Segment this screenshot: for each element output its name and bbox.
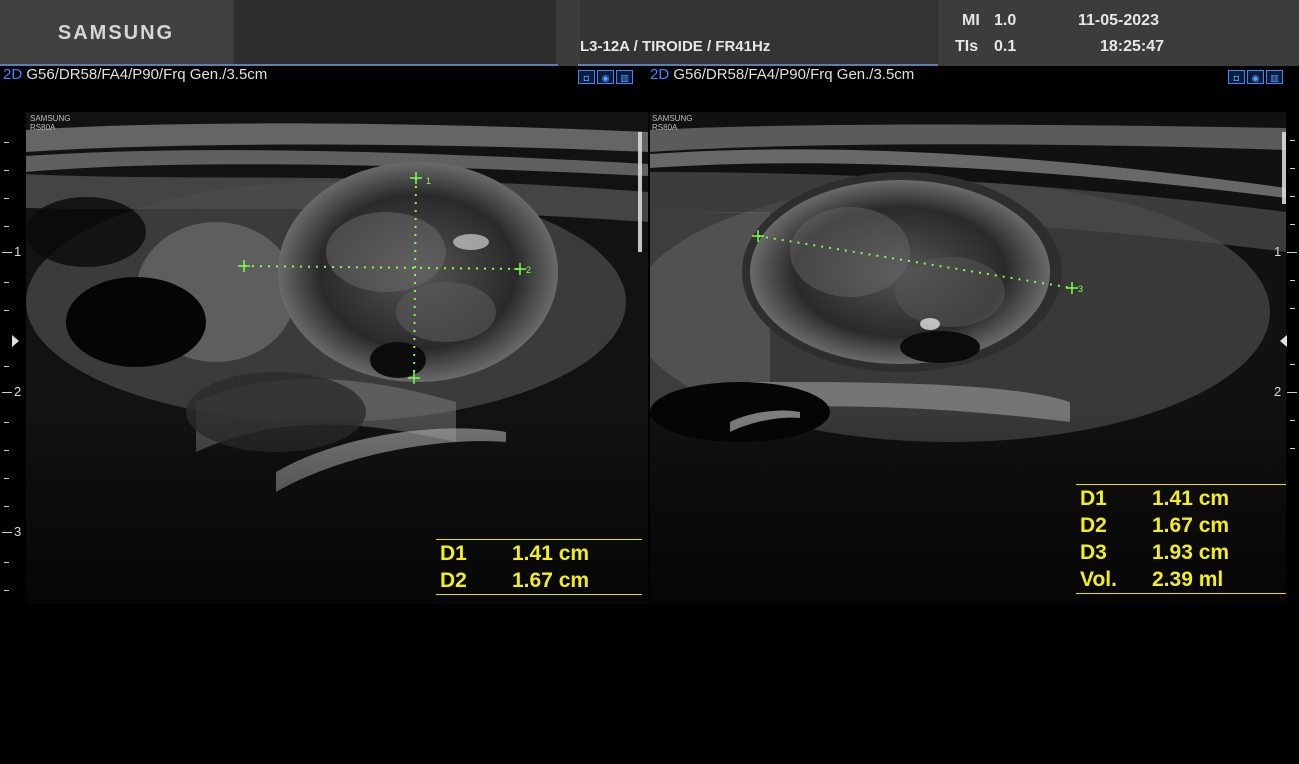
- scale-tick: [1290, 168, 1295, 169]
- left-ultrasound-image[interactable]: 1 2 SAMSUNG RS80A: [26, 112, 648, 604]
- right-measurement-panel: D1 1.41 cm D2 1.67 cm D3 1.93 cm Vol. 2.…: [1076, 484, 1286, 594]
- measurement-label: D1: [1080, 487, 1107, 510]
- patient-info-field[interactable]: [234, 0, 556, 64]
- scale-tick: [4, 506, 9, 507]
- probe-preset-label: L3-12A / TIROIDE / FR41Hz: [580, 38, 771, 55]
- scale-tick: [4, 282, 9, 283]
- major-tick: [1287, 392, 1297, 393]
- depth-mark-2: 2: [14, 384, 22, 399]
- caliper-label: 1: [426, 176, 431, 186]
- major-tick: [2, 252, 12, 253]
- depth-mark-3: 3: [14, 524, 22, 539]
- watermark-model: RS80A: [652, 123, 678, 132]
- watermark-brand: SAMSUNG: [652, 114, 693, 123]
- left-watermark: SAMSUNG RS80A: [30, 114, 70, 132]
- major-tick: [1287, 252, 1297, 253]
- scale-tick: [4, 198, 9, 199]
- measurement-label: D2: [440, 569, 467, 592]
- top-header: SAMSUNG L3-12A / TIROIDE / FR41Hz MI 1.0…: [0, 0, 1299, 66]
- watermark-brand: SAMSUNG: [30, 114, 71, 123]
- scale-tick: [4, 590, 9, 591]
- left-measurement-panel: D1 1.41 cm D2 1.67 cm: [436, 539, 642, 595]
- mi-value: 1.0: [994, 12, 1017, 29]
- body-marker-icon[interactable]: ◉: [597, 70, 614, 84]
- measurement-label: D2: [1080, 514, 1107, 537]
- scale-tick: [4, 310, 9, 311]
- measurement-value: 2.39 ml: [1152, 568, 1224, 591]
- scale-tick: [4, 478, 9, 479]
- measurement-value: 1.67 cm: [1152, 514, 1230, 537]
- measurement-value: 1.67 cm: [512, 569, 590, 592]
- watermark-model: RS80A: [30, 123, 56, 132]
- scale-tick: [1290, 140, 1295, 141]
- measurement-label: Vol.: [1080, 568, 1117, 591]
- focus-marker-icon[interactable]: [12, 335, 19, 347]
- measurement-label: D1: [440, 542, 467, 565]
- tis-value: 0.1: [994, 38, 1017, 55]
- measurement-row: D1 1.41 cm: [436, 540, 642, 567]
- scale-tick: [1290, 196, 1295, 197]
- scale-tick: [1290, 308, 1295, 309]
- left-sonogram: 1 2: [26, 112, 648, 604]
- scale-tick: [1290, 224, 1295, 225]
- right-image-params: 2D G56/DR58/FA4/P90/Frq Gen./3.5cm: [650, 66, 914, 83]
- right-status-icons: ◘ ◉ ▥: [1228, 70, 1283, 84]
- left-mode-indicator: 2D: [3, 66, 23, 83]
- exam-date: 11-05-2023: [1078, 12, 1159, 29]
- brand-logo: SAMSUNG: [0, 0, 232, 66]
- left-params-text: G56/DR58/FA4/P90/Frq Gen./3.5cm: [26, 66, 268, 83]
- tis-label: TIs: [955, 38, 979, 55]
- measurement-value: 1.41 cm: [512, 542, 590, 565]
- scale-tick: [4, 226, 9, 227]
- left-depth-scale: [0, 130, 12, 600]
- scale-tick: [4, 562, 9, 563]
- right-mode-indicator: 2D: [650, 66, 670, 83]
- major-tick: [2, 532, 12, 533]
- measurement-value: 1.93 cm: [1152, 541, 1230, 564]
- body-marker-icon[interactable]: ◉: [1247, 70, 1264, 84]
- measurement-row: Vol. 2.39 ml: [1076, 566, 1286, 593]
- measurement-row: D1 1.41 cm: [1076, 485, 1286, 512]
- exam-time: 18:25:47: [1100, 38, 1165, 55]
- measurement-label: D3: [1080, 541, 1107, 564]
- right-depth-mark-2: 2: [1274, 384, 1282, 399]
- probe-settings-icon[interactable]: ◘: [578, 70, 595, 84]
- scale-tick: [4, 170, 9, 171]
- caliper-label: 2: [526, 265, 531, 275]
- focus-marker-icon[interactable]: [1280, 335, 1287, 347]
- probe-settings-icon[interactable]: ◘: [1228, 70, 1245, 84]
- annotation-icon[interactable]: ▥: [1266, 70, 1283, 84]
- left-image-params: 2D G56/DR58/FA4/P90/Frq Gen./3.5cm: [3, 66, 267, 83]
- measurement-row: D2 1.67 cm: [1076, 512, 1286, 539]
- major-tick: [2, 392, 12, 393]
- measurement-row: D3 1.93 cm: [1076, 539, 1286, 566]
- scale-tick: [4, 450, 9, 451]
- scale-tick: [4, 422, 9, 423]
- measurement-value: 1.41 cm: [1152, 487, 1230, 510]
- caliper-label: 3: [1078, 284, 1083, 294]
- scale-tick: [1290, 280, 1295, 281]
- annotation-icon[interactable]: ▥: [616, 70, 633, 84]
- scale-tick: [4, 366, 9, 367]
- right-depth-mark-1: 1: [1274, 244, 1282, 259]
- scale-tick: [1290, 448, 1295, 449]
- mi-label: MI: [962, 12, 980, 29]
- right-watermark: SAMSUNG RS80A: [652, 114, 692, 132]
- right-params-text: G56/DR58/FA4/P90/Frq Gen./3.5cm: [673, 66, 915, 83]
- measurement-row: D2 1.67 cm: [436, 567, 642, 594]
- depth-mark-1: 1: [14, 244, 22, 259]
- left-status-icons: ◘ ◉ ▥: [578, 70, 633, 84]
- scale-tick: [4, 142, 9, 143]
- scale-tick: [1290, 364, 1295, 365]
- scale-tick: [1290, 420, 1295, 421]
